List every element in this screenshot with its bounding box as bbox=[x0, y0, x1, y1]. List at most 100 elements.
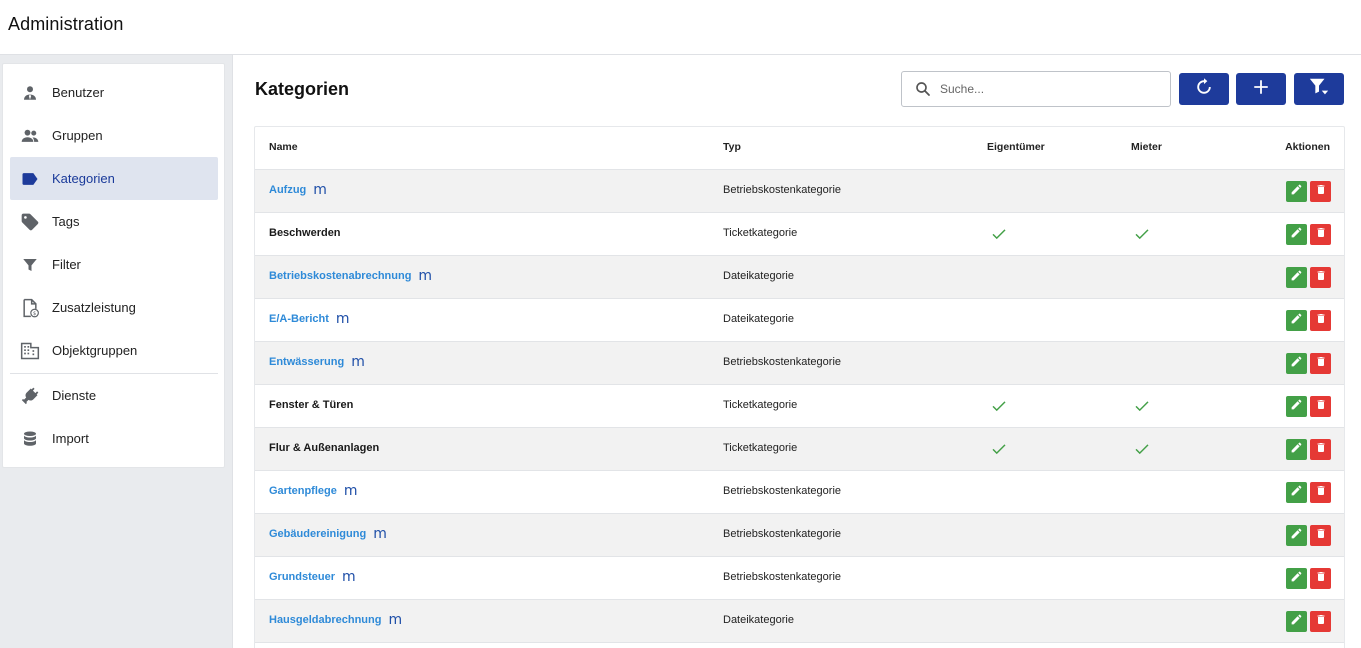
category-name-link[interactable]: Gebäudereinigung bbox=[269, 528, 366, 540]
sidebar-item-tags[interactable]: Tags bbox=[10, 200, 218, 243]
delete-button[interactable] bbox=[1310, 611, 1331, 632]
delete-button[interactable] bbox=[1310, 310, 1331, 331]
delete-button[interactable] bbox=[1310, 439, 1331, 460]
trash-icon bbox=[1315, 613, 1327, 631]
pencil-icon bbox=[1290, 312, 1303, 330]
search-box[interactable] bbox=[901, 71, 1171, 107]
category-name-cell: Betriebskostenabrechnung m bbox=[269, 268, 432, 284]
category-name-link[interactable]: Entwässerung bbox=[269, 356, 344, 368]
pencil-icon bbox=[1290, 398, 1303, 416]
sidebar-item-zusatzleistung[interactable]: $ Zusatzleistung bbox=[10, 286, 218, 329]
m-badge-icon: m bbox=[343, 483, 358, 499]
category-type: Dateikategorie bbox=[723, 270, 794, 282]
delete-button[interactable] bbox=[1310, 224, 1331, 245]
delete-button[interactable] bbox=[1310, 568, 1331, 589]
pencil-icon bbox=[1290, 527, 1303, 545]
edit-button[interactable] bbox=[1286, 568, 1307, 589]
m-badge-icon: m bbox=[313, 182, 327, 198]
table-row: Betriebskostenabrechnung m Dateikategorie bbox=[255, 256, 1344, 299]
sidebar-item-filter[interactable]: Filter bbox=[10, 243, 218, 286]
delete-button[interactable] bbox=[1310, 181, 1331, 202]
delete-button[interactable] bbox=[1310, 267, 1331, 288]
pencil-icon bbox=[1290, 183, 1303, 201]
table-row: Gartenpflege m Betriebskostenkategorie bbox=[255, 471, 1344, 514]
refresh-button[interactable] bbox=[1179, 73, 1229, 105]
plus-icon bbox=[1252, 78, 1270, 101]
sidebar-item-benutzer[interactable]: Benutzer bbox=[10, 71, 218, 114]
delete-button[interactable] bbox=[1310, 482, 1331, 503]
trash-icon bbox=[1315, 441, 1327, 459]
sidebar-item-dienste[interactable]: Dienste bbox=[10, 374, 218, 417]
trash-icon bbox=[1315, 355, 1327, 373]
sidebar-item-objektgruppen[interactable]: Objektgruppen bbox=[10, 329, 218, 372]
category-name-link[interactable]: Grundsteuer bbox=[269, 571, 335, 583]
m-badge-icon: m bbox=[388, 612, 402, 628]
edit-button[interactable] bbox=[1286, 310, 1307, 331]
edit-button[interactable] bbox=[1286, 525, 1307, 546]
category-type: Ticketkategorie bbox=[723, 442, 798, 454]
edit-button[interactable] bbox=[1286, 353, 1307, 374]
column-header-mieter[interactable]: Mieter bbox=[1131, 141, 1162, 153]
category-name-cell: Flur & Außenanlagen bbox=[269, 442, 379, 454]
pencil-icon bbox=[1290, 355, 1303, 373]
svg-text:$: $ bbox=[33, 311, 36, 317]
sidebar-item-kategorien[interactable]: Kategorien bbox=[10, 157, 218, 200]
table-row: Gebäudereinigung m Betriebskostenkategorie bbox=[255, 514, 1344, 557]
edit-button[interactable] bbox=[1286, 267, 1307, 288]
category-type: Betriebskostenkategorie bbox=[723, 528, 842, 540]
table-row: Hausgeldabrechnung m Dateikategorie bbox=[255, 600, 1344, 643]
category-type: Ticketkategorie bbox=[723, 399, 798, 411]
trash-icon bbox=[1315, 527, 1327, 545]
sidebar-item-label: Objektgruppen bbox=[52, 343, 138, 358]
category-name-cell: Grundsteuer m bbox=[269, 570, 356, 584]
edit-button[interactable] bbox=[1286, 181, 1307, 202]
edit-button[interactable] bbox=[1286, 224, 1307, 245]
building-icon bbox=[19, 340, 41, 362]
category-name-cell: Hausgeldabrechnung m bbox=[269, 612, 402, 628]
sidebar-item-label: Import bbox=[52, 431, 89, 446]
m-badge-icon: m bbox=[351, 354, 365, 370]
search-input[interactable] bbox=[940, 82, 1160, 96]
edit-button[interactable] bbox=[1286, 396, 1307, 417]
category-name-link[interactable]: Aufzug bbox=[269, 184, 306, 196]
sidebar-item-gruppen[interactable]: Gruppen bbox=[10, 114, 218, 157]
delete-button[interactable] bbox=[1310, 396, 1331, 417]
app-title: Administration bbox=[8, 14, 124, 34]
m-badge-icon: m bbox=[373, 526, 387, 542]
column-header-aktionen: Aktionen bbox=[1285, 141, 1330, 153]
sidebar-item-label: Kategorien bbox=[52, 171, 115, 186]
delete-button[interactable] bbox=[1310, 353, 1331, 374]
delete-button[interactable] bbox=[1310, 525, 1331, 546]
refresh-icon bbox=[1194, 77, 1214, 102]
top-bar: Administration bbox=[0, 0, 1361, 55]
search-icon bbox=[914, 80, 932, 98]
add-category-button[interactable] bbox=[1236, 73, 1286, 105]
category-name-link[interactable]: Betriebskostenabrechnung bbox=[269, 270, 411, 282]
table-row: Beschwerden Ticketkategorie bbox=[255, 213, 1344, 256]
category-name-link[interactable]: Gartenpflege bbox=[269, 485, 337, 497]
category-name-link[interactable]: E/A-Bericht bbox=[269, 313, 329, 325]
filter-button[interactable] bbox=[1294, 73, 1344, 105]
column-header-eigentuemer[interactable]: Eigentümer bbox=[987, 141, 1045, 153]
left-pane: Benutzer Gruppen Kategorien Tags Filter bbox=[0, 55, 233, 648]
sidebar-item-import[interactable]: Import bbox=[10, 417, 218, 460]
category-name-link[interactable]: Hausgeldabrechnung bbox=[269, 614, 381, 626]
sidebar-item-label: Filter bbox=[52, 257, 81, 272]
eigentuemer-check-icon bbox=[990, 225, 1008, 243]
trash-icon bbox=[1315, 183, 1327, 201]
pencil-icon bbox=[1290, 613, 1303, 631]
edit-button[interactable] bbox=[1286, 482, 1307, 503]
category-name-cell: Aufzug m bbox=[269, 182, 327, 198]
sidebar-item-label: Gruppen bbox=[52, 128, 103, 143]
filter-list-icon bbox=[1308, 76, 1330, 103]
column-header-name[interactable]: Name bbox=[269, 141, 298, 153]
category-name-cell: Gartenpflege m bbox=[269, 483, 358, 499]
category-type: Betriebskostenkategorie bbox=[723, 184, 842, 196]
edit-button[interactable] bbox=[1286, 611, 1307, 632]
table-row: Grundsteuer m Betriebskostenkategorie bbox=[255, 557, 1344, 600]
m-badge-icon: m bbox=[418, 268, 432, 284]
edit-button[interactable] bbox=[1286, 439, 1307, 460]
column-header-typ[interactable]: Typ bbox=[723, 141, 741, 153]
sidebar-item-label: Tags bbox=[52, 214, 80, 229]
group-icon bbox=[19, 125, 41, 147]
